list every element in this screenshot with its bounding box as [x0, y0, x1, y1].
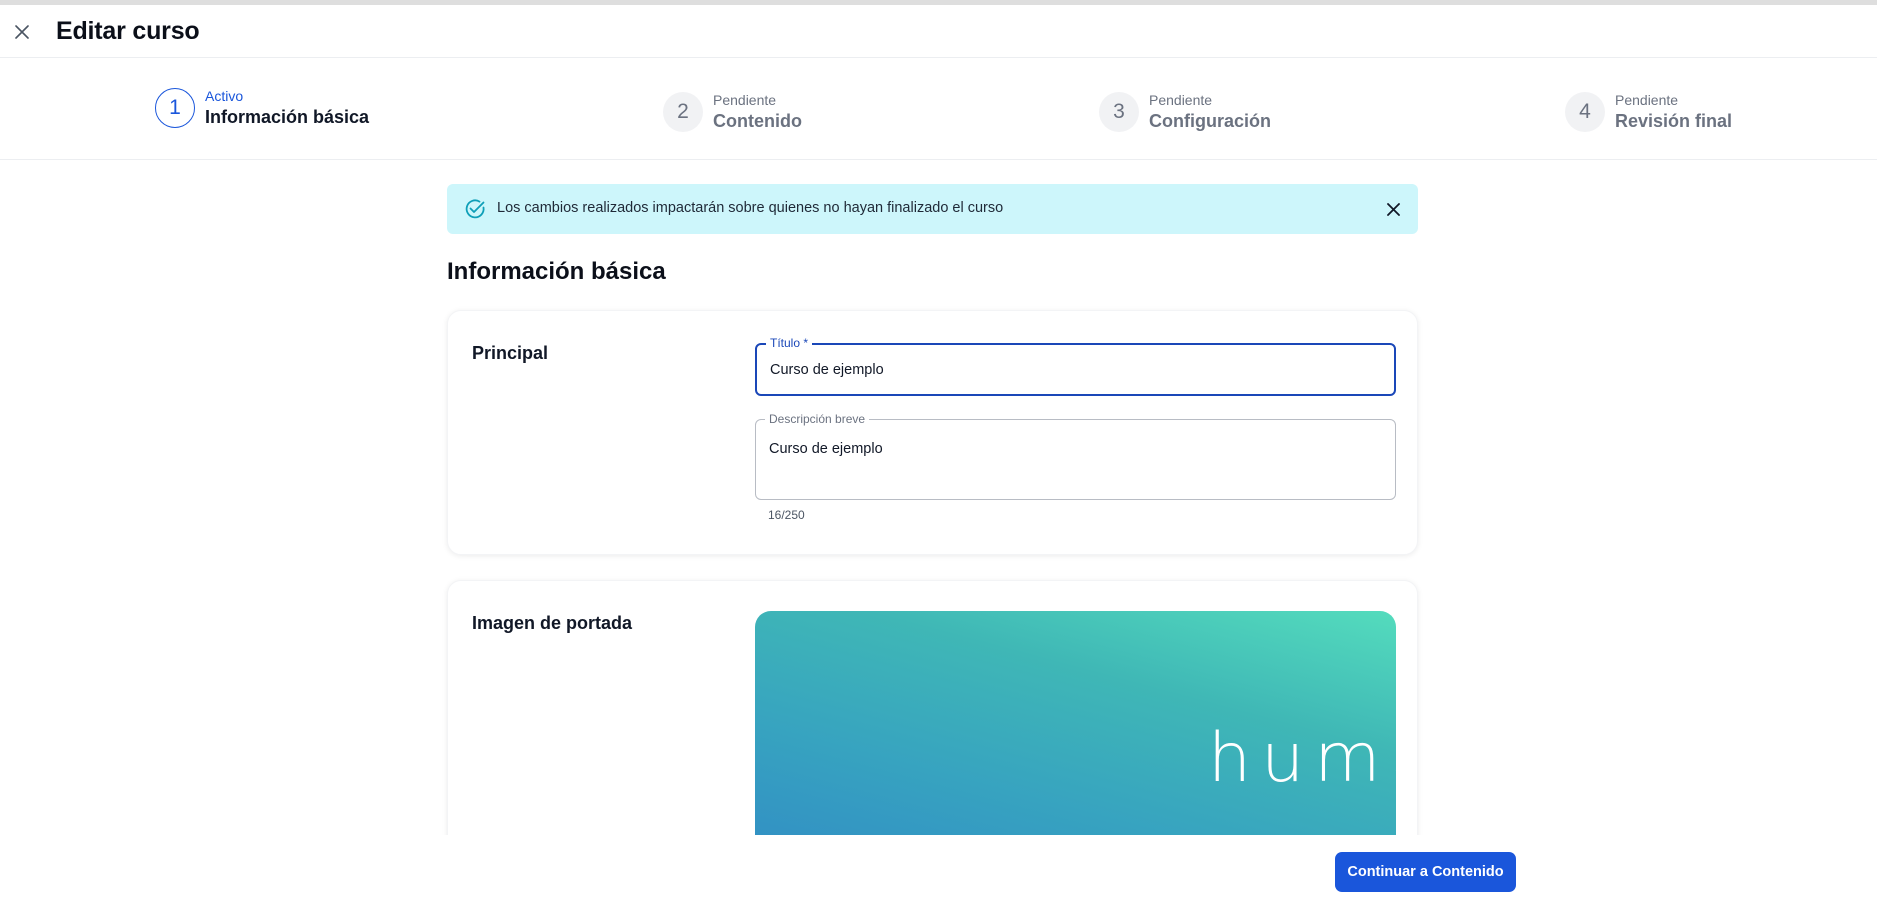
close-icon[interactable] [12, 22, 32, 42]
step-status: Pendiente [1149, 92, 1213, 108]
title-input-value[interactable]: Curso de ejemplo [770, 362, 884, 378]
step-status: Pendiente [713, 92, 777, 108]
page-header: Editar curso [0, 5, 1877, 58]
step-label: Información básica [205, 107, 370, 127]
card-label: Imagen de portada [472, 613, 633, 633]
page-title: Editar curso [56, 17, 200, 45]
step-number: 1 [155, 88, 195, 128]
step-number: 2 [663, 92, 703, 132]
step-contenido[interactable]: 2 Pendiente Contenido [663, 92, 802, 132]
step-number: 3 [1099, 92, 1139, 132]
field-legend: Título * [766, 336, 813, 350]
step-label: Configuración [1149, 111, 1271, 131]
description-field[interactable]: Descripción breve Curso de ejemplo [755, 412, 1396, 500]
bottom-action-bar: Continuar a Contenido [0, 835, 1877, 910]
principal-card: Principal Título * Curso de ejemplo Desc… [447, 310, 1418, 555]
title-field[interactable]: Título * Curso de ejemplo [755, 336, 1396, 396]
continue-button[interactable]: Continuar a Contenido [1335, 852, 1516, 892]
step-configuracion[interactable]: 3 Pendiente Configuración [1099, 92, 1271, 132]
card-label: Principal [472, 343, 549, 363]
step-label: Contenido [713, 111, 802, 131]
step-revision-final[interactable]: 4 Pendiente Revisión final [1565, 92, 1732, 132]
description-input-value[interactable]: Curso de ejemplo [769, 441, 883, 457]
check-circle-icon [465, 199, 485, 219]
step-status: Pendiente [1615, 92, 1679, 108]
close-icon[interactable] [1383, 199, 1403, 219]
step-number: 4 [1565, 92, 1605, 132]
cover-image-text: huma [1208, 719, 1396, 798]
character-counter: 16/250 [768, 508, 805, 522]
step-informacion-basica[interactable]: 1 Activo Información básica [155, 88, 369, 128]
stepper: 1 Activo Información básica 2 Pendiente … [0, 58, 1877, 160]
info-alert: Los cambios realizados impactarán sobre … [447, 184, 1418, 234]
field-legend: Descripción breve [765, 412, 870, 426]
section-title: Información básica [447, 258, 666, 285]
step-status: Activo [205, 88, 244, 104]
alert-message: Los cambios realizados impactarán sobre … [497, 200, 1004, 216]
step-label: Revisión final [1615, 111, 1733, 131]
